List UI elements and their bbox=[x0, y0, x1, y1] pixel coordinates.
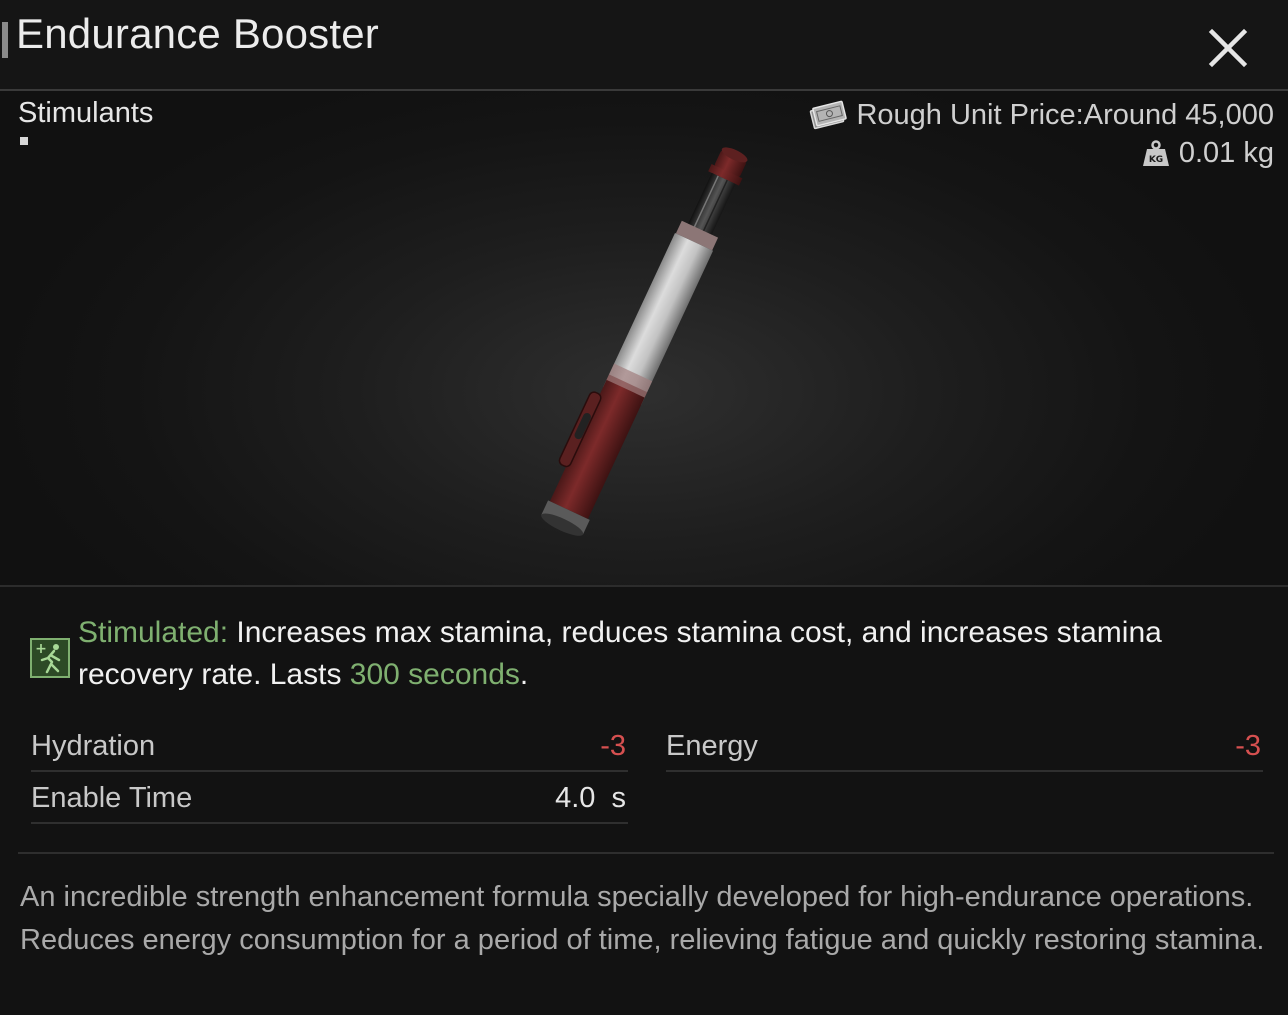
stat-label: Hydration bbox=[31, 730, 156, 762]
effect-description: Stimulated: Increases max stamina, reduc… bbox=[78, 612, 1248, 696]
svg-text:+: + bbox=[35, 641, 47, 657]
kg-weight-icon: KG bbox=[1142, 139, 1169, 166]
stat-energy: Energy -3 bbox=[666, 728, 1263, 772]
item-header: Endurance Booster bbox=[0, 0, 1288, 91]
stat-label: Enable Time bbox=[31, 782, 193, 814]
stat-value: -3 bbox=[600, 730, 626, 762]
category-marker bbox=[20, 137, 28, 145]
description-divider bbox=[18, 852, 1274, 854]
unit-price: Rough Unit Price:Around 45,000 bbox=[808, 99, 1274, 132]
stat-enable-time: Enable Time 4.0 s bbox=[31, 780, 628, 824]
item-category: Stimulants bbox=[18, 97, 154, 129]
item-title: Endurance Booster bbox=[16, 10, 379, 57]
item-preview: Stimulants Rough Unit Price:Around 45,00… bbox=[0, 91, 1288, 586]
effect-name: Stimulated: bbox=[78, 616, 229, 649]
effect-duration: 300 seconds bbox=[349, 658, 520, 691]
stat-value: -3 bbox=[1235, 730, 1261, 762]
preview-divider bbox=[0, 585, 1288, 587]
effect-text-b: . bbox=[519, 658, 529, 691]
stat-hydration: Hydration -3 bbox=[31, 728, 628, 772]
money-icon bbox=[810, 100, 848, 129]
stat-label: Energy bbox=[666, 730, 758, 762]
close-icon bbox=[1208, 28, 1248, 68]
injector-image bbox=[541, 147, 748, 536]
svg-text:KG: KG bbox=[1149, 155, 1163, 165]
running-stamina-icon: + bbox=[30, 638, 70, 678]
close-button[interactable] bbox=[1200, 20, 1256, 76]
item-weight: KG 0.01 kg bbox=[1141, 137, 1274, 170]
item-description: An incredible strength enhancement formu… bbox=[20, 881, 1265, 956]
title-accent-bar bbox=[2, 22, 8, 58]
stat-value: 4.0 s bbox=[555, 782, 626, 814]
item-weight-text: 0.01 kg bbox=[1178, 137, 1274, 169]
effect-text-a: Increases max stamina, reduces stamina c… bbox=[78, 616, 1162, 691]
unit-price-text: Rough Unit Price:Around 45,000 bbox=[856, 99, 1274, 131]
